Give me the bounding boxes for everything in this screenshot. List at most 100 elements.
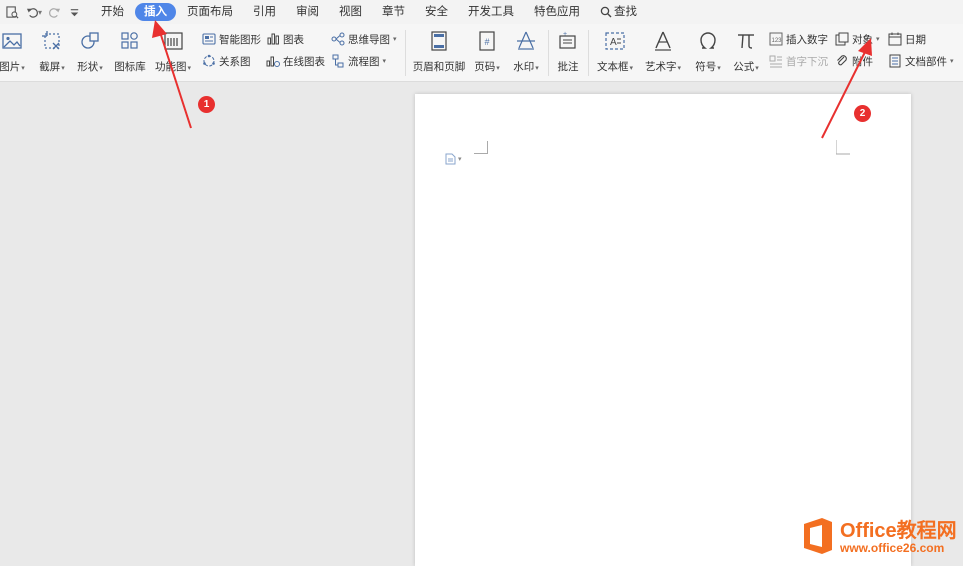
drop-cap-button[interactable]: 首字下沉 — [769, 52, 828, 70]
site-watermark: Office教程网 www.office26.com — [800, 516, 957, 559]
quick-access-toolbar: ▾ — [0, 2, 84, 22]
chart-button[interactable]: 图表 — [266, 30, 304, 48]
undo-dropdown-icon[interactable]: ▾ — [38, 8, 42, 17]
picture-icon — [2, 33, 22, 49]
attachment-label: 附件 — [852, 55, 873, 68]
print-preview-icon[interactable] — [2, 2, 22, 22]
margin-mark-left — [474, 140, 488, 154]
textbox-icon: A — [605, 32, 625, 50]
margin-mark-right — [836, 140, 850, 155]
doc-parts-label: 文档部件 — [905, 55, 947, 68]
page-number-icon: # — [479, 31, 495, 51]
menu-tab-bar: ▾ 开始 插入 页面布局 引用 审阅 视图 章节 安全 开发工具 特色应用 查找 — [0, 0, 963, 24]
redo-icon[interactable] — [44, 2, 64, 22]
mind-map-icon — [331, 32, 345, 46]
tab-special-apps[interactable]: 特色应用 — [525, 3, 589, 21]
shapes-icon — [81, 32, 99, 49]
svg-text:#: # — [484, 37, 489, 47]
tab-search-label: 查找 — [614, 6, 638, 18]
insert-number-button[interactable]: 123 插入数字 — [769, 30, 828, 48]
smart-graphic-icon — [202, 33, 216, 45]
online-chart-button[interactable]: 在线图表 — [266, 52, 325, 70]
watermark-button[interactable]: 水印▾ — [510, 28, 542, 78]
ribbon-separator — [548, 30, 549, 76]
bar-chart-icon — [267, 33, 279, 45]
date-label: 日期 — [905, 33, 926, 46]
textbox-button[interactable]: A 文本框▾ — [594, 28, 636, 78]
header-footer-icon — [431, 31, 447, 51]
screenshot-label: 截屏 — [39, 61, 61, 73]
calendar-icon — [888, 32, 902, 46]
wordart-label: 艺术字 — [644, 61, 677, 73]
insert-ribbon: 图片▾ 截屏▾ 形状▾ 图标库 功能图▾ 智能图形 图表 思维导图 ▾ 关系图 在… — [0, 24, 963, 82]
drop-cap-label: 首字下沉 — [786, 55, 828, 68]
symbol-button[interactable]: 符号▾ — [693, 28, 723, 78]
doc-parts-button[interactable]: 文档部件 ▾ — [888, 52, 954, 70]
document-page[interactable] — [415, 94, 911, 566]
chart-label: 图表 — [283, 33, 304, 46]
ribbon-tabs: 开始 插入 页面布局 引用 审阅 视图 章节 安全 开发工具 特色应用 查找 — [92, 3, 648, 21]
picture-label: 图片 — [0, 61, 21, 73]
relationship-label: 关系图 — [219, 55, 251, 68]
page-number-button[interactable]: # 页码▾ — [472, 28, 502, 78]
paste-options-icon[interactable]: ▾ — [445, 153, 462, 165]
attachment-button[interactable]: 附件 — [835, 52, 873, 70]
tab-review[interactable]: 审阅 — [287, 3, 328, 21]
icon-library-label: 图标库 — [114, 61, 146, 73]
svg-text:A: A — [610, 37, 617, 48]
picture-button[interactable]: 图片▾ — [0, 28, 26, 78]
tab-view[interactable]: 视图 — [330, 3, 371, 21]
tab-developer[interactable]: 开发工具 — [459, 3, 523, 21]
smart-graphic-label: 智能图形 — [219, 33, 261, 46]
comment-label: 批注 — [557, 61, 579, 73]
watermark-url: www.office26.com — [840, 540, 945, 555]
screenshot-button[interactable]: 截屏▾ — [37, 28, 67, 78]
customize-toolbar-icon[interactable] — [64, 2, 84, 22]
formula-label: 公式 — [733, 61, 755, 73]
relationship-button[interactable]: 关系图 — [202, 52, 251, 70]
annotation-badge-1: 1 — [198, 96, 215, 113]
omega-icon — [700, 32, 716, 49]
insert-number-icon: 123 — [769, 32, 783, 46]
tab-references[interactable]: 引用 — [244, 3, 285, 21]
doc-parts-icon — [889, 54, 901, 68]
tab-security[interactable]: 安全 — [416, 3, 457, 21]
smart-graphic-button[interactable]: 智能图形 — [202, 30, 261, 48]
function-chart-icon — [164, 32, 183, 50]
comment-button[interactable]: + 批注 — [555, 28, 581, 78]
online-chart-icon — [266, 56, 280, 67]
relationship-icon — [203, 54, 215, 67]
mind-map-button[interactable]: 思维导图 ▾ — [331, 30, 397, 48]
flowchart-button[interactable]: 流程图 ▾ — [331, 52, 386, 70]
wordart-button[interactable]: 艺术字▾ — [642, 28, 684, 78]
tab-home[interactable]: 开始 — [92, 3, 133, 21]
shapes-label: 形状 — [77, 61, 99, 73]
ribbon-separator — [405, 30, 406, 76]
office-logo-icon — [800, 516, 836, 559]
tab-insert[interactable]: 插入 — [135, 3, 177, 21]
online-chart-label: 在线图表 — [283, 55, 325, 68]
ribbon-separator — [588, 30, 589, 76]
annotation-badge-2: 2 — [854, 105, 871, 122]
icon-library-icon — [121, 32, 138, 49]
formula-button[interactable]: 公式▾ — [731, 28, 761, 78]
tab-search[interactable]: 查找 — [591, 3, 646, 21]
header-footer-label: 页眉和页脚 — [412, 61, 466, 73]
object-button[interactable]: 对象 ▾ — [835, 30, 880, 48]
svg-text:123: 123 — [772, 38, 783, 44]
mind-map-label: 思维导图 — [348, 33, 390, 46]
search-icon — [600, 6, 612, 18]
watermark-icon — [517, 31, 535, 50]
object-label: 对象 — [852, 33, 873, 46]
screenshot-icon — [42, 31, 60, 50]
icon-library-button[interactable]: 图标库 — [113, 28, 147, 78]
header-footer-button[interactable]: 页眉和页脚 — [412, 28, 466, 78]
tab-section[interactable]: 章节 — [373, 3, 414, 21]
paperclip-icon — [837, 55, 847, 66]
shapes-button[interactable]: 形状▾ — [74, 28, 106, 78]
date-button[interactable]: 日期 — [888, 30, 926, 48]
function-chart-button[interactable]: 功能图▾ — [153, 28, 193, 78]
wordart-icon — [655, 31, 671, 51]
pi-icon — [738, 34, 754, 49]
tab-page-layout[interactable]: 页面布局 — [178, 3, 242, 21]
